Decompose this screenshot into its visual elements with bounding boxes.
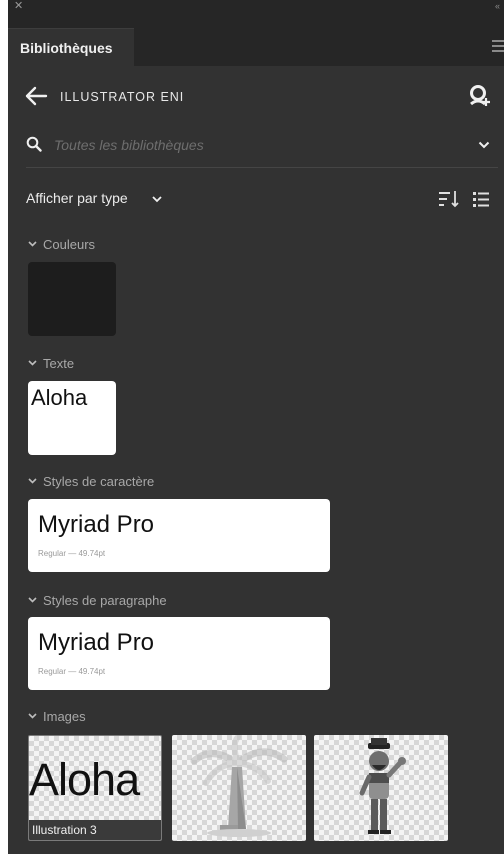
paragraph-style-meta: Regular — 49.74pt — [38, 667, 106, 676]
search-icon — [26, 136, 42, 152]
paragraph-style-card[interactable]: Myriad Pro Regular — 49.74pt — [28, 617, 330, 690]
panel-menu-icon[interactable] — [492, 40, 504, 55]
section-char-styles-header[interactable]: Styles de caractère — [28, 474, 154, 489]
image-caption-label: Illustration 3 — [32, 823, 97, 837]
section-colors-header[interactable]: Couleurs — [28, 237, 95, 252]
pilot-character-icon — [359, 738, 406, 834]
chevron-down-icon[interactable] — [152, 196, 162, 203]
character-style-meta: Regular — 49.74pt — [38, 549, 106, 558]
tab-row: Bibliothèques — [8, 14, 504, 66]
section-text-header[interactable]: Texte — [28, 356, 74, 371]
section-text-title: Texte — [43, 356, 75, 371]
image-thumbnail-palm-tree[interactable] — [172, 735, 306, 841]
libraries-panel: ✕ « Bibliothèques ILLUSTRATOR ENI Toutes… — [8, 0, 504, 854]
image-thumbnail-pilot-character[interactable] — [314, 735, 448, 841]
chevron-down-icon — [28, 597, 37, 603]
add-collaborator-icon[interactable] — [468, 84, 490, 108]
library-header: ILLUSTRATOR ENI — [8, 80, 504, 114]
view-by-type-dropdown[interactable]: Afficher par type — [26, 190, 128, 206]
chevron-down-icon — [28, 713, 37, 719]
close-icon[interactable]: ✕ — [14, 0, 23, 13]
section-char-styles-title: Styles de caractère — [43, 474, 155, 489]
library-name: ILLUSTRATOR ENI — [60, 90, 185, 104]
character-style-card[interactable]: Myriad Pro Regular — 49.74pt — [28, 499, 330, 572]
chevron-down-icon — [28, 478, 37, 484]
section-images-header[interactable]: Images — [28, 709, 86, 724]
section-para-styles-header[interactable]: Styles de paragraphe — [28, 593, 167, 608]
text-asset-card[interactable]: Aloha — [28, 381, 116, 455]
section-images-title: Images — [43, 709, 86, 724]
collapse-icon[interactable]: « — [495, 0, 500, 13]
view-options-row: Afficher par type — [26, 182, 498, 216]
image-preview-text: Aloha — [29, 754, 140, 805]
chevron-down-icon — [28, 241, 37, 247]
image-caption: Illustration 3 — [29, 820, 161, 840]
tab-libraries[interactable]: Bibliothèques — [8, 28, 134, 66]
text-asset-sample: Aloha — [31, 385, 88, 410]
image-thumbnail-illustration-3[interactable]: Aloha Illustration 3 — [28, 735, 162, 841]
palm-tree-icon — [190, 735, 288, 837]
search-bar — [26, 124, 498, 168]
chevron-down-icon[interactable] — [478, 141, 490, 149]
panel-title-bar: ✕ « — [8, 0, 504, 14]
paragraph-style-font-name: Myriad Pro — [38, 629, 155, 656]
back-arrow-icon[interactable] — [24, 85, 48, 107]
section-colors-title: Couleurs — [43, 237, 96, 252]
character-style-font-name: Myriad Pro — [38, 511, 155, 538]
section-para-styles-title: Styles de paragraphe — [43, 593, 167, 608]
list-view-icon[interactable] — [472, 190, 490, 208]
tab-libraries-label: Bibliothèques — [20, 40, 113, 56]
color-swatch[interactable] — [28, 262, 116, 336]
sort-icon[interactable] — [438, 190, 460, 208]
chevron-down-icon — [28, 360, 37, 366]
search-input[interactable] — [54, 134, 454, 156]
